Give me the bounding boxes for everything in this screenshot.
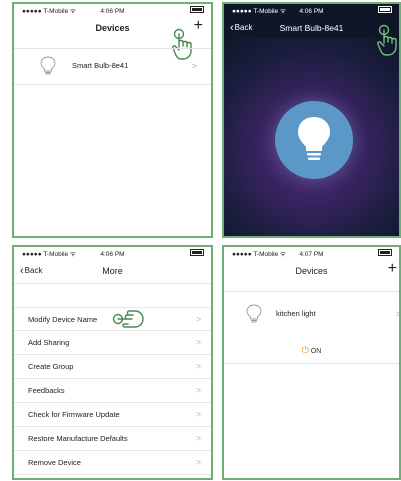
- bulb-control-screen: ●●●●● T-Mobile ᯤ 4:06 PM ‹ Back Smart Bu…: [222, 2, 401, 238]
- lightbulb-icon: [298, 117, 330, 160]
- menu-item-label: Create Group: [28, 362, 74, 371]
- menu-item-label: Add Sharing: [28, 338, 70, 347]
- chevron-right-icon: >: [196, 315, 201, 324]
- status-time: 4:07 PM: [299, 251, 324, 258]
- status-bar: ●●●●● T-Mobile ᯤ 4:06 PM: [14, 6, 211, 17]
- menu-item-label: Restore Manufacture Defaults: [28, 434, 128, 443]
- pointing-hand-icon: [112, 310, 144, 328]
- status-time: 4:06 PM: [299, 8, 324, 15]
- menu-item-label: Feedbacks: [28, 386, 65, 395]
- bulb-power-button[interactable]: [275, 101, 353, 179]
- add-device-button[interactable]: +: [388, 259, 397, 279]
- divider: [14, 84, 211, 85]
- battery-icon: [378, 249, 392, 256]
- chevron-right-icon: >: [196, 362, 201, 371]
- chevron-right-icon: >: [395, 309, 401, 319]
- status-time: 4:06 PM: [100, 8, 125, 15]
- divider: [224, 363, 399, 364]
- page-title: Smart Bulb-8e41: [279, 23, 344, 33]
- page-title: More: [102, 266, 123, 276]
- menu-item-label: Modify Device Name: [28, 315, 98, 324]
- menu-item-firmware-update[interactable]: Check for Firmware Update >: [14, 403, 211, 427]
- status-icons: [378, 249, 392, 256]
- menu-item-label: Remove Device: [28, 458, 81, 467]
- status-bar: ●●●●● T-Mobile ᯤ 4:06 PM: [224, 6, 399, 17]
- menu-item-feedbacks[interactable]: Feedbacks >: [14, 379, 211, 403]
- menu-item-restore-defaults[interactable]: Restore Manufacture Defaults >: [14, 427, 211, 451]
- menu-item-add-sharing[interactable]: Add Sharing >: [14, 331, 211, 355]
- device-name: Smart Bulb-8e41: [72, 61, 129, 70]
- status-time: 4:06 PM: [100, 251, 125, 258]
- battery-icon: [378, 6, 392, 13]
- pointing-hand-icon[interactable]: [377, 24, 399, 56]
- power-toggle[interactable]: ⏻ ON: [224, 345, 399, 356]
- status-icons: [378, 6, 392, 13]
- battery-icon: [190, 6, 204, 13]
- devices-screen: ●●●●● T-Mobile ᯤ 4:06 PM Devices + Smart…: [12, 2, 213, 238]
- divider: [224, 291, 399, 292]
- page-title: Devices: [295, 266, 328, 276]
- more-screen: ●●●●● T-Mobile ᯤ 4:06 PM ‹ Back More Mod…: [12, 245, 213, 480]
- chevron-right-icon: >: [196, 386, 201, 395]
- menu-item-create-group[interactable]: Create Group >: [14, 355, 211, 379]
- menu-item-label: Check for Firmware Update: [28, 410, 120, 419]
- status-bar: ●●●●● T-Mobile ᯤ 4:07 PM: [224, 249, 399, 260]
- bulb-outline-icon: [40, 56, 56, 75]
- status-icons: [190, 249, 204, 256]
- power-state-label: ON: [310, 348, 322, 355]
- chevron-right-icon: >: [191, 61, 197, 71]
- add-device-button[interactable]: +: [194, 16, 203, 36]
- chevron-right-icon: >: [196, 434, 201, 443]
- chevron-right-icon: >: [196, 458, 201, 467]
- chevron-right-icon: >: [196, 338, 201, 347]
- status-bar: ●●●●● T-Mobile ᯤ 4:06 PM: [14, 249, 211, 260]
- bulb-outline-icon: [246, 304, 262, 323]
- menu-item-remove-device[interactable]: Remove Device >: [14, 451, 211, 475]
- power-icon: ⏻: [301, 345, 309, 355]
- divider: [14, 283, 211, 284]
- device-name: kitchen light: [276, 309, 316, 318]
- chevron-right-icon: >: [196, 410, 201, 419]
- device-row[interactable]: kitchen light >: [224, 297, 399, 331]
- device-row[interactable]: Smart Bulb-8e41 >: [14, 49, 211, 83]
- devices-renamed-screen: ●●●●● T-Mobile ᯤ 4:07 PM Devices + kitch…: [222, 245, 401, 480]
- status-icons: [190, 6, 204, 13]
- battery-icon: [190, 249, 204, 256]
